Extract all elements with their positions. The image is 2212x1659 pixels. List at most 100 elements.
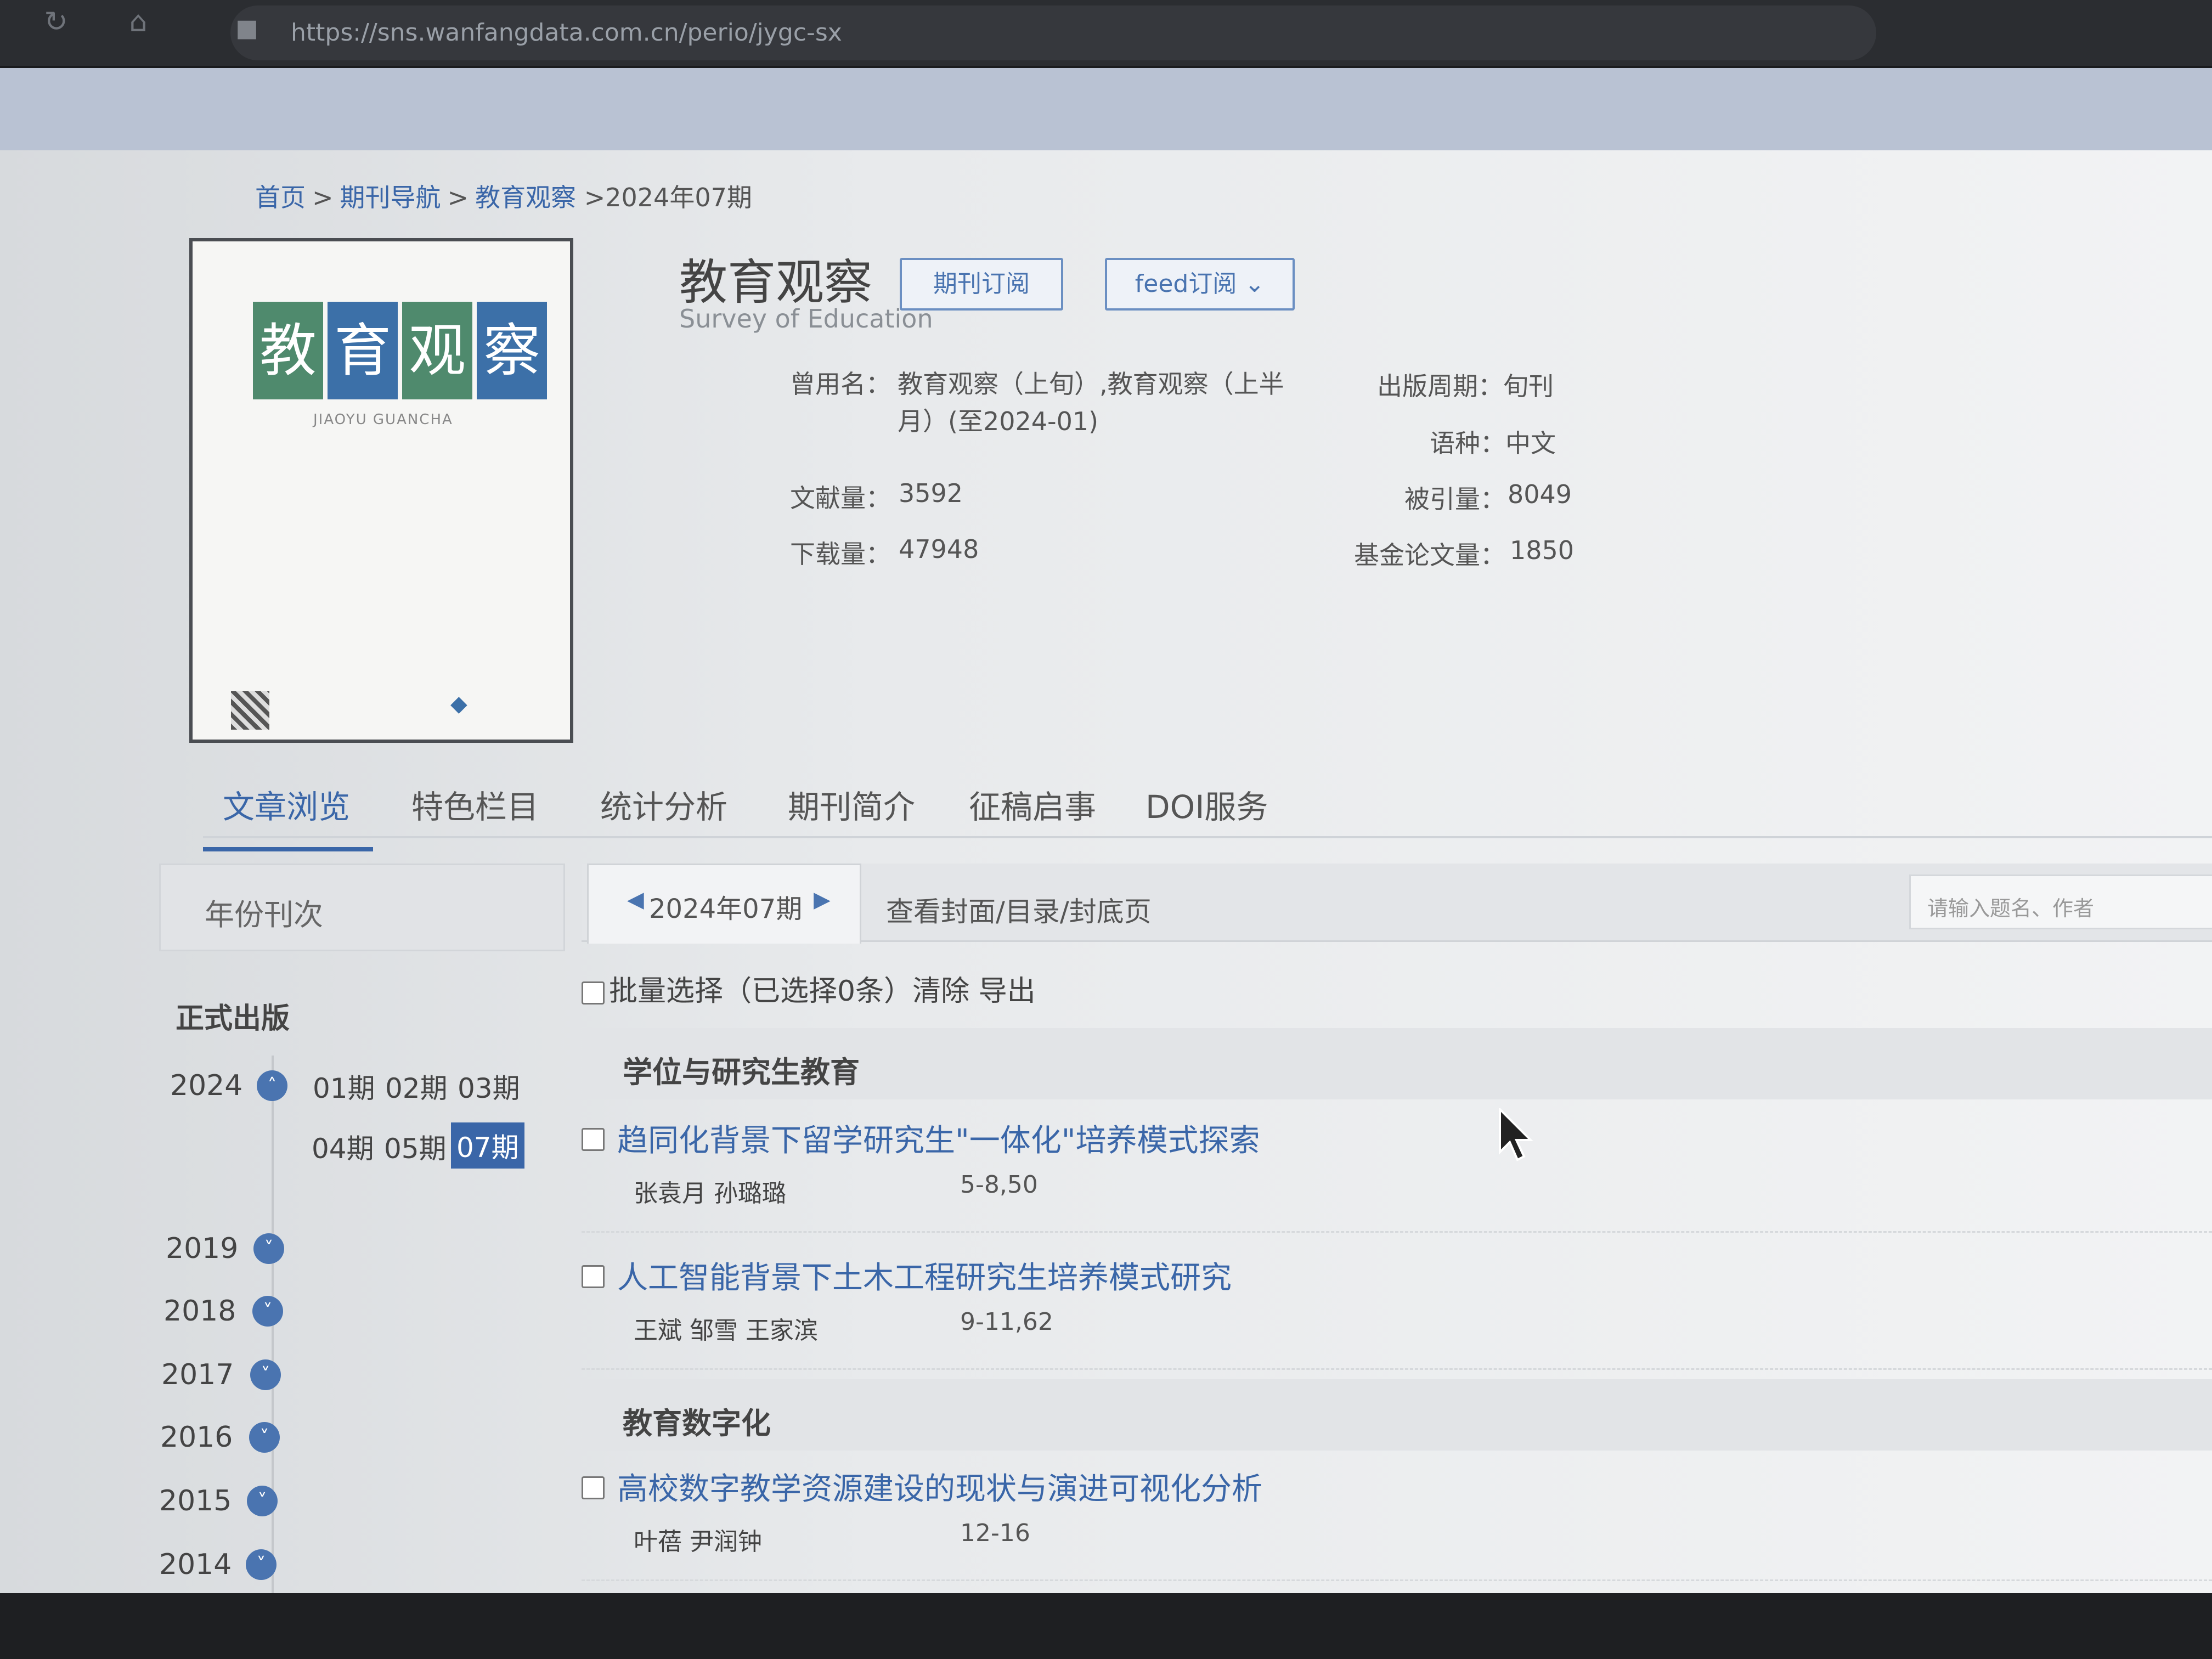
issue-03[interactable]: 03期 (458, 1066, 520, 1106)
journal-tabs: 文章浏览 特色栏目 统计分析 期刊简介 征稿启事 DOI服务 (203, 781, 2212, 851)
year-2019[interactable]: 2019 (166, 1232, 238, 1265)
breadcrumb-journal-nav[interactable]: 期刊导航 (340, 183, 441, 212)
issue-01[interactable]: 01期 (313, 1066, 375, 1106)
tab-call-for-papers[interactable]: 征稿启事 (969, 781, 1096, 827)
subscribe-button[interactable]: 期刊订阅 (900, 258, 1063, 311)
tab-article-browse[interactable]: 文章浏览 (223, 781, 350, 827)
article-pages: 12-16 (960, 1519, 1030, 1547)
issue-02[interactable]: 02期 (385, 1066, 448, 1106)
address-url[interactable]: https://sns.wanfangdata.com.cn/perio/jyg… (291, 19, 842, 47)
language-value: 中文 (1505, 428, 1556, 458)
article-authors[interactable]: 张袁月 孙璐璐 (634, 1173, 786, 1209)
expand-year-icon[interactable]: ˅ (246, 1549, 276, 1580)
article-item: 人工智能背景下土木工程研究生培养模式研究 王斌 邹雪 王家滨 9-11,62 (582, 1242, 2212, 1370)
former-name-value-line1: 教育观察（上旬）,教育观察（上半 (898, 369, 1284, 399)
tab-statistics[interactable]: 统计分析 (600, 781, 727, 827)
lock-icon: ■ (235, 14, 258, 42)
journal-cover: 教 育 观 察 JIAOYU GUANCHA ◆ (189, 238, 573, 743)
year-issue-panel: 年份刊次 正式出版 2024 ˄ 01期 02期 03期 04期 05期 07期… (159, 864, 565, 1593)
downloads-label: 下载量： (790, 539, 891, 569)
breadcrumb-separator: > (312, 183, 334, 212)
cover-char: 教 (253, 302, 323, 399)
chevron-down-icon: ⌄ (1244, 270, 1265, 298)
former-name-value-line2: 月）(至2024-01) (898, 407, 1099, 436)
prev-issue-icon[interactable]: ◀ (627, 887, 644, 912)
cover-year-mark: ◆ (450, 691, 467, 716)
period-label: 出版周期： (1377, 371, 1503, 401)
expand-year-icon[interactable]: ˅ (249, 1422, 280, 1453)
journal-title: 教育观察 (679, 254, 873, 311)
page-content: 首页 > 期刊导航 > 教育观察 >2024年07期 教 育 观 察 JIAOYU GU… (0, 150, 2212, 1593)
issue-07-current[interactable]: 07期 (451, 1122, 524, 1169)
section-header: 学位与研究生教育 (582, 1028, 2212, 1099)
expand-year-icon[interactable]: ˅ (253, 1233, 284, 1264)
cover-char: 观 (402, 302, 472, 399)
batch-select-checkbox[interactable] (582, 981, 605, 1005)
year-2016[interactable]: 2016 (160, 1421, 233, 1454)
issue-04[interactable]: 04期 (312, 1127, 374, 1166)
feed-subscribe-label: feed订阅 (1135, 270, 1237, 298)
period-value: 旬刊 (1503, 371, 1554, 401)
batch-select-label: 批量选择（已选择0条）清除 导出 (609, 975, 1036, 1008)
year-2017[interactable]: 2017 (161, 1358, 234, 1391)
breadcrumb-journal[interactable]: 教育观察 (475, 183, 576, 212)
collapse-year-icon[interactable]: ˄ (257, 1070, 287, 1101)
downloads-value: 47948 (899, 534, 979, 564)
breadcrumb: 首页 > 期刊导航 > 教育观察 >2024年07期 (255, 178, 752, 214)
article-authors[interactable]: 王斌 邹雪 王家滨 (634, 1311, 818, 1346)
search-input[interactable]: 请输入题名、作者 (1909, 874, 2212, 929)
home-icon[interactable]: ⌂ (121, 4, 156, 40)
former-name-label: 曾用名： (790, 369, 891, 399)
article-checkbox[interactable] (582, 1476, 605, 1499)
mouse-cursor-icon (1499, 1108, 1533, 1161)
refresh-icon[interactable]: ↻ (38, 4, 74, 40)
tab-doi-service[interactable]: DOI服务 (1146, 781, 1268, 827)
next-issue-icon[interactable]: ▶ (814, 887, 831, 912)
browser-toolbar: ↻ ⌂ ■ https://sns.wanfangdata.com.cn/per… (0, 0, 2212, 68)
cover-char: 育 (328, 302, 398, 399)
article-list-header: ◀ 2024年07期 ▶ 查看封面/目录/封底页 请输入题名、作者 (582, 864, 2212, 944)
issue-05[interactable]: 05期 (384, 1127, 447, 1166)
current-issue-label: 2024年07期 (649, 894, 803, 924)
screen-bezel (0, 1593, 2212, 1659)
article-checkbox[interactable] (582, 1128, 605, 1151)
expand-year-icon[interactable]: ˅ (247, 1486, 278, 1516)
cover-pinyin: JIAOYU GUANCHA (313, 411, 453, 428)
article-item: 高校数字教学资源建设的现状与演进可视化分析 叶蓓 尹润钟 12-16 (582, 1453, 2212, 1581)
journal-subtitle: Survey of Education (679, 304, 933, 334)
address-bar[interactable]: ■ https://sns.wanfangdata.com.cn/perio/j… (230, 5, 1876, 60)
expand-year-icon[interactable]: ˅ (252, 1296, 283, 1327)
article-title[interactable]: 人工智能背景下土木工程研究生培养模式研究 (617, 1253, 1232, 1297)
section-header: 教育数字化 (582, 1379, 2212, 1451)
year-2014[interactable]: 2014 (159, 1548, 232, 1581)
site-top-bar (0, 68, 2212, 150)
fund-papers-label: 基金论文量： (1354, 540, 1505, 570)
article-checkbox[interactable] (582, 1265, 605, 1288)
breadcrumb-current: >2024年07期 (584, 183, 752, 212)
year-issue-header: 年份刊次 (159, 864, 565, 951)
batch-select[interactable]: 批量选择（已选择0条）清除 导出 (582, 968, 1036, 1009)
article-list-panel: ◀ 2024年07期 ▶ 查看封面/目录/封底页 请输入题名、作者 批量选择（已… (582, 864, 2212, 1593)
breadcrumb-home[interactable]: 首页 (255, 183, 306, 212)
year-2018[interactable]: 2018 (163, 1295, 236, 1328)
cited-value: 8049 (1508, 479, 1572, 509)
expand-year-icon[interactable]: ˅ (250, 1359, 281, 1390)
article-title[interactable]: 趋同化背景下留学研究生"一体化"培养模式探索 (617, 1116, 1260, 1160)
article-pages: 9-11,62 (960, 1308, 1053, 1336)
feed-subscribe-button[interactable]: feed订阅 ⌄ (1105, 258, 1295, 311)
tab-journal-intro[interactable]: 期刊简介 (788, 781, 915, 827)
fund-papers-value: 1850 (1510, 535, 1575, 565)
docs-label: 文献量： (790, 483, 891, 513)
year-2015[interactable]: 2015 (159, 1485, 232, 1517)
official-publication-label: 正式出版 (176, 1002, 290, 1035)
view-cover-toc-link[interactable]: 查看封面/目录/封底页 (886, 890, 1152, 929)
tab-featured-columns[interactable]: 特色栏目 (411, 781, 539, 827)
language-label: 语种： (1430, 428, 1505, 458)
article-title[interactable]: 高校数字教学资源建设的现状与演进可视化分析 (617, 1464, 1262, 1509)
active-tab-indicator (203, 847, 373, 851)
article-authors[interactable]: 叶蓓 尹润钟 (634, 1522, 762, 1557)
docs-value: 3592 (899, 478, 963, 508)
year-2024[interactable]: 2024 (170, 1069, 242, 1102)
qr-code-icon (231, 691, 269, 730)
article-item: 趋同化背景下留学研究生"一体化"培养模式探索 张袁月 孙璐璐 5-8,50 (582, 1105, 2212, 1233)
